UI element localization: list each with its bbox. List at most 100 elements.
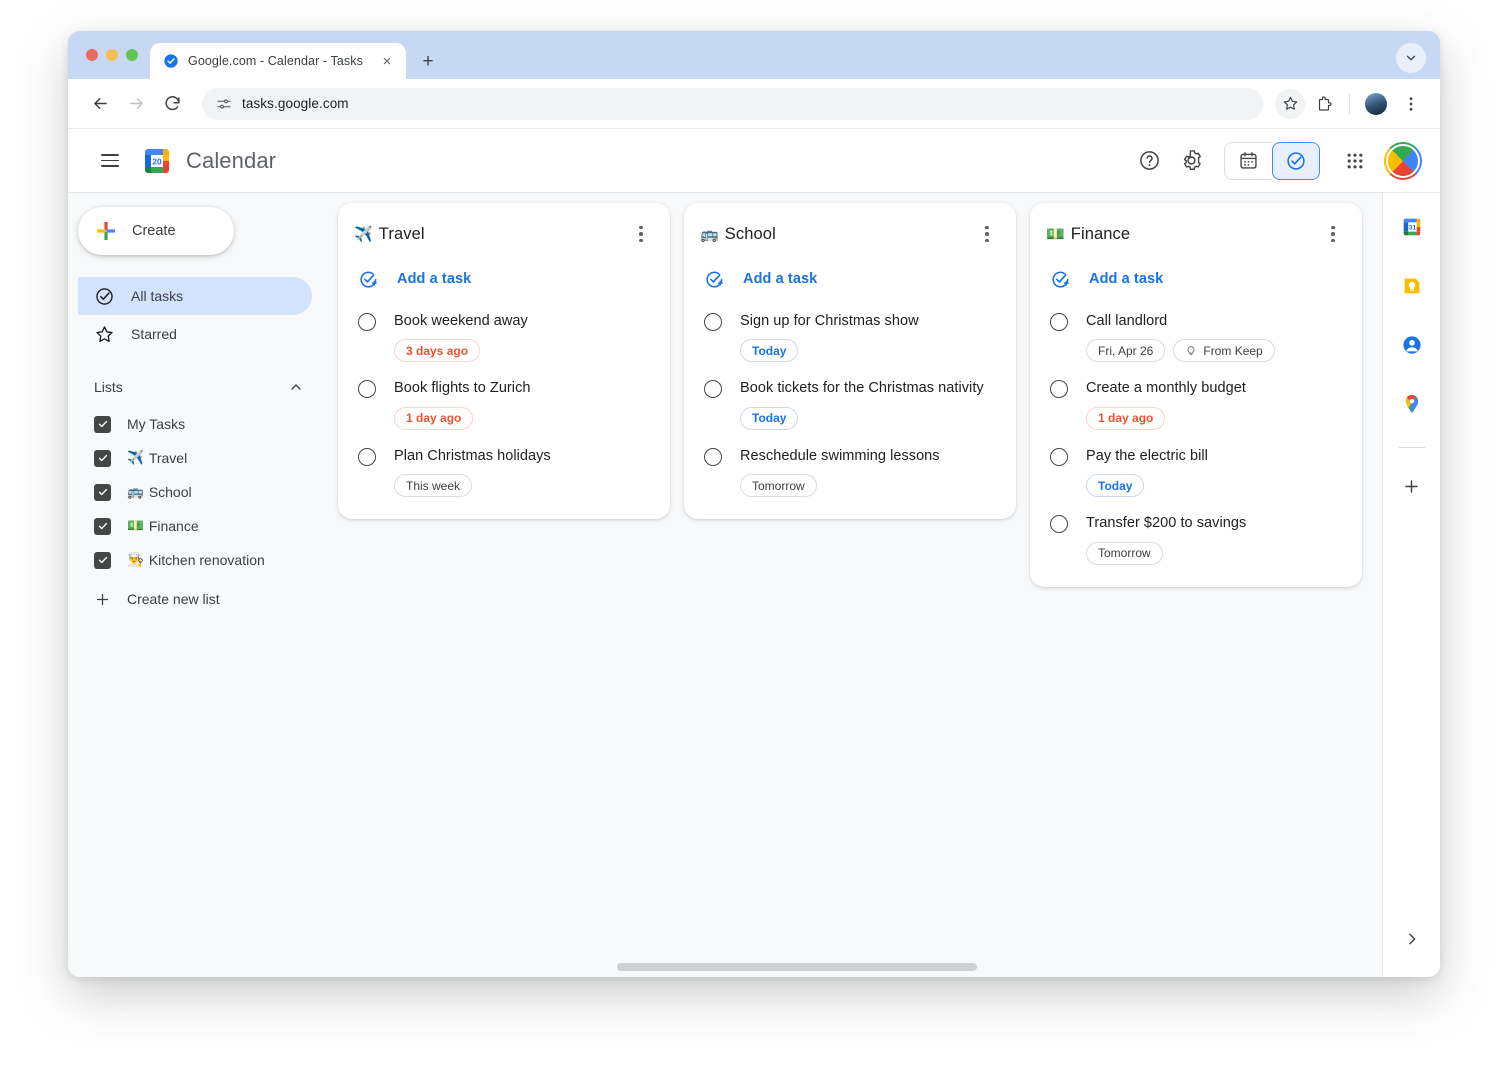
maximize-window-button[interactable] bbox=[126, 49, 138, 61]
task-complete-checkbox[interactable] bbox=[358, 313, 376, 331]
reload-button[interactable] bbox=[156, 88, 188, 120]
task-row[interactable]: Plan Christmas holidays This week bbox=[354, 438, 654, 505]
add-task-button[interactable]: Add a task bbox=[1046, 261, 1346, 297]
list-checkbox[interactable] bbox=[94, 416, 111, 433]
task-row[interactable]: Pay the electric bill Today bbox=[1046, 438, 1346, 505]
lists-section-header[interactable]: Lists bbox=[78, 367, 320, 407]
task-complete-checkbox[interactable] bbox=[358, 380, 376, 398]
task-content: Create a monthly budget 1 day ago bbox=[1086, 378, 1346, 429]
add-task-button[interactable]: Add a task bbox=[700, 261, 1000, 297]
list-item[interactable]: ✈️Travel bbox=[78, 441, 320, 475]
browser-tab[interactable]: Google.com - Calendar - Tasks × bbox=[150, 43, 406, 79]
task-chips: This week bbox=[394, 474, 654, 497]
browser-menu-button[interactable] bbox=[1396, 89, 1426, 119]
rail-add-button[interactable] bbox=[1392, 466, 1432, 506]
due-date-chip[interactable]: Today bbox=[1086, 474, 1144, 497]
forward-arrow-icon bbox=[127, 94, 146, 113]
task-complete-checkbox[interactable] bbox=[704, 313, 722, 331]
bookmark-button[interactable] bbox=[1275, 89, 1305, 119]
browser-profile-avatar[interactable] bbox=[1365, 93, 1387, 115]
task-row[interactable]: Reschedule swimming lessons Tomorrow bbox=[700, 438, 1000, 505]
sidebar-item-starred[interactable]: Starred bbox=[78, 315, 312, 353]
calendar-icon bbox=[1238, 150, 1259, 171]
account-avatar-button[interactable] bbox=[1384, 142, 1422, 180]
google-apps-button[interactable] bbox=[1336, 142, 1374, 180]
minimize-window-button[interactable] bbox=[106, 49, 118, 61]
sidebar-item-all-tasks[interactable]: All tasks bbox=[78, 277, 312, 315]
task-chips: Tomorrow bbox=[1086, 542, 1346, 565]
list-item[interactable]: 💵Finance bbox=[78, 509, 320, 543]
due-date-chip[interactable]: Tomorrow bbox=[740, 474, 817, 497]
rail-item-calendar[interactable]: 31 bbox=[1392, 207, 1432, 247]
close-tab-button[interactable]: × bbox=[378, 52, 396, 70]
rail-item-keep[interactable] bbox=[1392, 266, 1432, 306]
help-button[interactable] bbox=[1130, 142, 1168, 180]
card-options-button[interactable] bbox=[974, 221, 1000, 247]
task-complete-checkbox[interactable] bbox=[1050, 448, 1068, 466]
chevron-up-icon[interactable] bbox=[288, 379, 304, 395]
list-checkbox[interactable] bbox=[94, 552, 111, 569]
card-options-button[interactable] bbox=[1320, 221, 1346, 247]
task-row[interactable]: Book weekend away 3 days ago bbox=[354, 303, 654, 370]
three-dot-menu-icon bbox=[1402, 95, 1420, 113]
window-controls bbox=[80, 31, 150, 79]
due-date-chip[interactable]: 1 day ago bbox=[394, 407, 473, 430]
task-board-scroll-area[interactable]: ✈️ Travel Add a task bbox=[330, 193, 1382, 977]
list-item-label: ✈️Travel bbox=[127, 450, 187, 466]
task-row[interactable]: Sign up for Christmas show Today bbox=[700, 303, 1000, 370]
list-checkbox[interactable] bbox=[94, 484, 111, 501]
back-button[interactable] bbox=[84, 88, 116, 120]
forward-button[interactable] bbox=[120, 88, 152, 120]
list-checkbox[interactable] bbox=[94, 450, 111, 467]
card-options-button[interactable] bbox=[628, 221, 654, 247]
task-complete-checkbox[interactable] bbox=[704, 380, 722, 398]
horizontal-scrollbar[interactable] bbox=[330, 961, 1324, 973]
list-item[interactable]: 👨‍🍳Kitchen renovation bbox=[78, 543, 320, 577]
task-chips: 3 days ago bbox=[394, 339, 654, 362]
create-button[interactable]: Create bbox=[78, 207, 234, 255]
list-item-text: Finance bbox=[149, 518, 199, 534]
task-complete-checkbox[interactable] bbox=[1050, 515, 1068, 533]
add-task-button[interactable]: Add a task bbox=[354, 261, 654, 297]
due-date-chip[interactable]: Today bbox=[740, 407, 798, 430]
task-row[interactable]: Book flights to Zurich 1 day ago bbox=[354, 370, 654, 437]
task-complete-checkbox[interactable] bbox=[1050, 380, 1068, 398]
create-new-list-label: Create new list bbox=[127, 591, 220, 607]
list-item-label: 👨‍🍳Kitchen renovation bbox=[127, 552, 265, 568]
list-item[interactable]: 🚌School bbox=[78, 475, 320, 509]
task-row[interactable]: Call landlord Fri, Apr 26 From Keep bbox=[1046, 303, 1346, 370]
close-window-button[interactable] bbox=[86, 49, 98, 61]
task-complete-checkbox[interactable] bbox=[1050, 313, 1068, 331]
address-bar[interactable]: tasks.google.com bbox=[202, 88, 1263, 120]
due-date-chip[interactable]: Fri, Apr 26 bbox=[1086, 339, 1165, 362]
toggle-calendar-view[interactable] bbox=[1224, 142, 1272, 180]
toggle-tasks-view[interactable] bbox=[1272, 142, 1320, 180]
task-title: Book weekend away bbox=[394, 311, 654, 332]
main-menu-button[interactable] bbox=[90, 141, 130, 181]
rail-item-maps[interactable] bbox=[1392, 384, 1432, 424]
rail-item-contacts[interactable] bbox=[1392, 325, 1432, 365]
task-row[interactable]: Create a monthly budget 1 day ago bbox=[1046, 370, 1346, 437]
due-date-chip[interactable]: 1 day ago bbox=[1086, 407, 1165, 430]
extensions-button[interactable] bbox=[1309, 89, 1339, 119]
tasks-check-icon bbox=[1285, 150, 1307, 172]
new-tab-button[interactable]: + bbox=[414, 47, 442, 75]
settings-button[interactable] bbox=[1172, 142, 1210, 180]
create-new-list-button[interactable]: Create new list bbox=[78, 580, 320, 618]
list-checkbox[interactable] bbox=[94, 518, 111, 535]
task-complete-checkbox[interactable] bbox=[358, 448, 376, 466]
due-date-chip[interactable]: This week bbox=[394, 474, 472, 497]
source-chip[interactable]: From Keep bbox=[1173, 339, 1274, 362]
task-row[interactable]: Transfer $200 to savings Tomorrow bbox=[1046, 505, 1346, 572]
task-chips: Tomorrow bbox=[740, 474, 1000, 497]
task-row[interactable]: Book tickets for the Christmas nativity … bbox=[700, 370, 1000, 437]
site-settings-icon[interactable] bbox=[216, 96, 232, 112]
scrollbar-thumb[interactable] bbox=[617, 963, 977, 971]
task-complete-checkbox[interactable] bbox=[704, 448, 722, 466]
expand-side-panel-button[interactable] bbox=[1396, 923, 1428, 955]
due-date-chip[interactable]: 3 days ago bbox=[394, 339, 480, 362]
due-date-chip[interactable]: Today bbox=[740, 339, 798, 362]
tab-search-button[interactable] bbox=[1396, 43, 1426, 73]
list-item[interactable]: My Tasks bbox=[78, 407, 320, 441]
due-date-chip[interactable]: Tomorrow bbox=[1086, 542, 1163, 565]
